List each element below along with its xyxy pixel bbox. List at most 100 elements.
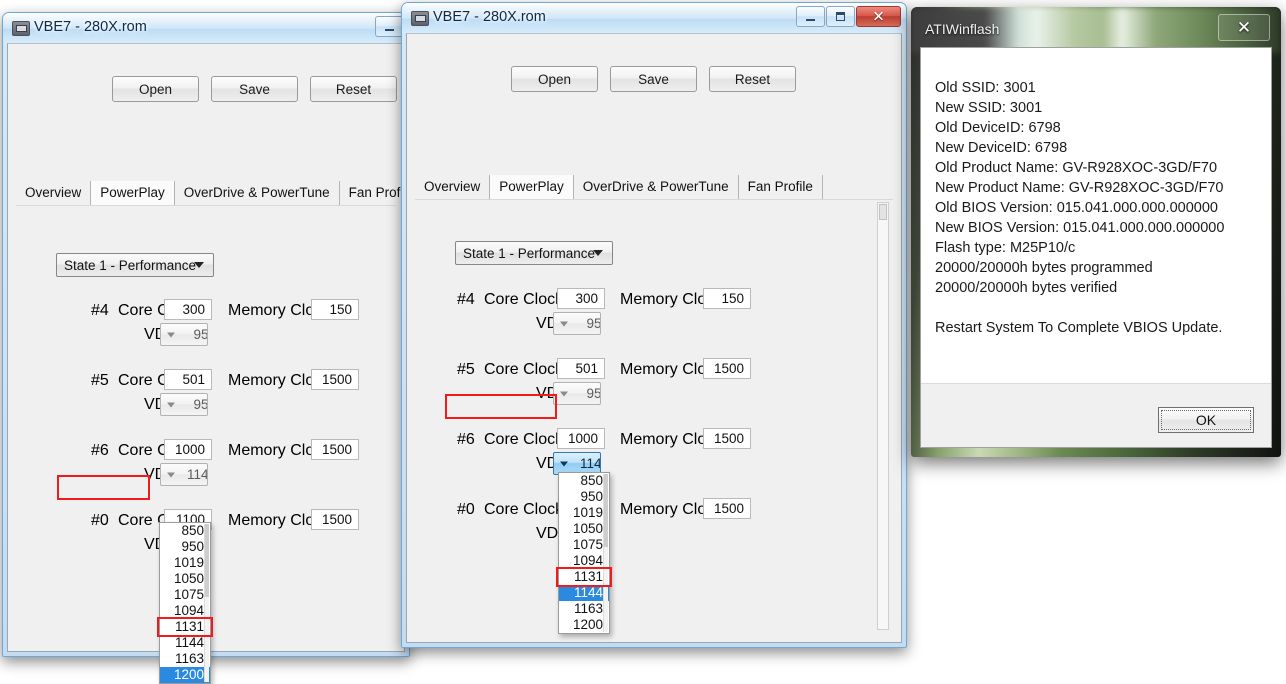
titlebar-background-window[interactable]: VBE7 - 280X.rom — [3, 13, 409, 43]
chevron-down-icon — [194, 262, 204, 268]
report-line: New BIOS Version: 015.041.000.000.000000 — [935, 220, 1225, 236]
dropdown-option[interactable]: 1075 — [559, 537, 609, 553]
vbe7-window-background[interactable]: VBE7 - 280X.rom Open Save Reset Overview… — [2, 12, 424, 684]
core-clock-input-6[interactable]: 1000 — [164, 439, 212, 460]
dropdown-option[interactable]: 1163 — [559, 601, 609, 617]
dropdown-option[interactable]: 1019 — [160, 555, 210, 571]
vddc-value-4: 950 — [193, 327, 208, 342]
state-select[interactable]: State 1 - Performance — [56, 253, 214, 277]
state-select-value: State 1 - Performance — [463, 245, 596, 261]
memory-clock-input-4[interactable]: 150 — [703, 288, 751, 309]
vbe7-window-foreground[interactable]: VBE7 - 280X.rom ✕ Open Save Reset Overvi… — [401, 2, 907, 648]
save-button[interactable]: Save — [610, 66, 697, 92]
save-button[interactable]: Save — [211, 76, 298, 102]
dropdown-option[interactable]: 1050 — [559, 521, 609, 537]
vddc-dropdown-list-background[interactable]: 850 950 1019 1050 1075 1094 1131 1144 1163 1200 — [159, 522, 211, 684]
window-client-area: Open Save Reset Overview PowerPlay OverD… — [406, 33, 902, 643]
dropdown-option[interactable]: 950 — [160, 539, 210, 555]
memory-clock-input-6[interactable]: 1500 — [311, 439, 359, 460]
core-clock-label-0: Core Clock — [484, 501, 564, 518]
minimize-button[interactable] — [375, 16, 404, 37]
vddc-combobox-4[interactable]: 950 — [553, 312, 601, 335]
tab-powerplay[interactable]: PowerPlay — [489, 175, 574, 199]
row-index-4: #4 — [457, 291, 475, 308]
window-controls[interactable]: ✕ — [796, 6, 902, 28]
memory-clock-input-0[interactable]: 1500 — [311, 509, 359, 530]
row-index-6: #6 — [91, 442, 109, 459]
vddc-combobox-5[interactable]: 950 — [160, 393, 208, 416]
core-clock-input-5[interactable]: 501 — [557, 358, 605, 379]
dropdown-option[interactable]: 1144 — [160, 635, 210, 651]
memory-clock-input-5[interactable]: 1500 — [311, 369, 359, 390]
dropdown-scroll-thumb[interactable] — [604, 474, 608, 547]
report-line: Old BIOS Version: 015.041.000.000.000000 — [935, 200, 1218, 216]
report-line-spacer — [935, 298, 1271, 318]
report-line: Flash type: M25P10/c — [935, 240, 1076, 256]
memory-clock-input-4[interactable]: 150 — [311, 299, 359, 320]
maximize-icon — [836, 12, 845, 21]
dropdown-option[interactable]: 1094 — [559, 553, 609, 569]
row-index-5: #5 — [457, 361, 475, 378]
vddc-combobox-4[interactable]: 950 — [160, 323, 208, 346]
chevron-down-icon — [167, 402, 175, 407]
memory-clock-input-0[interactable]: 1500 — [703, 498, 751, 519]
toolbar: Open Save Reset — [112, 76, 397, 102]
core-clock-label-5: Core Clock — [484, 361, 564, 378]
vddc-dropdown-list-foreground[interactable]: 850 950 1019 1050 1075 1094 1131 1144 1163 1200 — [558, 472, 610, 634]
ok-button[interactable]: OK — [1158, 407, 1254, 433]
tab-fan-profile[interactable]: Fan Profile — [739, 175, 823, 199]
core-clock-input-5[interactable]: 501 — [164, 369, 212, 390]
tab-powerplay[interactable]: PowerPlay — [90, 181, 175, 205]
open-button[interactable]: Open — [112, 76, 199, 102]
core-clock-input-4[interactable]: 300 — [164, 299, 212, 320]
tabstrip[interactable]: Overview PowerPlay OverDrive & PowerTune… — [415, 175, 823, 199]
memory-clock-input-6[interactable]: 1500 — [703, 428, 751, 449]
core-clock-input-4[interactable]: 300 — [557, 288, 605, 309]
report-line: Old DeviceID: 6798 — [935, 120, 1061, 136]
tab-overview[interactable]: Overview — [415, 175, 489, 199]
scroll-thumb[interactable] — [879, 204, 887, 220]
core-clock-input-6[interactable]: 1000 — [557, 428, 605, 449]
panel-scrollbar[interactable] — [877, 202, 889, 630]
vddc-value-5: 950 — [586, 386, 601, 401]
dialog-close-button[interactable]: ✕ — [1218, 14, 1270, 41]
dropdown-option[interactable]: 1094 — [160, 603, 210, 619]
dropdown-option[interactable]: 1200 — [559, 617, 609, 633]
reset-button[interactable]: Reset — [310, 76, 397, 102]
tab-overdrive-powertune[interactable]: OverDrive & PowerTune — [574, 175, 739, 199]
report-line: New SSID: 3001 — [935, 100, 1043, 116]
dialog-body: Old SSID: 3001 New SSID: 3001 Old DeviceID… — [920, 47, 1272, 448]
core-clock-label-4: Core Clock — [484, 291, 564, 308]
memory-clock-input-5[interactable]: 1500 — [703, 358, 751, 379]
reset-button[interactable]: Reset — [709, 66, 796, 92]
dropdown-option[interactable]: 1131 — [559, 569, 609, 585]
minimize-button[interactable] — [796, 6, 825, 27]
dropdown-scroll-thumb[interactable] — [205, 524, 209, 597]
maximize-button[interactable] — [826, 6, 855, 27]
dropdown-option[interactable]: 850 — [559, 473, 609, 489]
dropdown-option[interactable]: 1131 — [160, 619, 210, 635]
dropdown-option[interactable]: 1019 — [559, 505, 609, 521]
dropdown-option[interactable]: 1163 — [160, 651, 210, 667]
open-button[interactable]: Open — [511, 66, 598, 92]
titlebar-foreground-window[interactable]: VBE7 - 280X.rom ✕ — [402, 3, 906, 33]
toolbar: Open Save Reset — [511, 66, 796, 92]
dropdown-option[interactable]: 1200 — [160, 667, 210, 683]
ok-button-label: OK — [1195, 412, 1217, 428]
dropdown-scrollbar[interactable] — [204, 524, 209, 682]
dropdown-scrollbar[interactable] — [603, 474, 608, 632]
dropdown-option[interactable]: 1144 — [559, 585, 609, 601]
state-select[interactable]: State 1 - Performance — [455, 241, 613, 265]
row-index-0: #0 — [457, 501, 475, 518]
dropdown-option[interactable]: 1050 — [160, 571, 210, 587]
atiwinflash-dialog[interactable]: ATIWinflash ✕ Old SSID: 3001 New SSID: 30… — [911, 7, 1281, 457]
vddc-combobox-5[interactable]: 950 — [553, 382, 601, 405]
dropdown-option[interactable]: 1075 — [160, 587, 210, 603]
vddc-combobox-6[interactable]: 1144 — [160, 463, 208, 486]
close-button[interactable]: ✕ — [856, 6, 901, 27]
dropdown-option[interactable]: 850 — [160, 523, 210, 539]
dropdown-option[interactable]: 950 — [559, 489, 609, 505]
tab-overdrive-powertune[interactable]: OverDrive & PowerTune — [175, 181, 340, 205]
tabstrip[interactable]: Overview PowerPlay OverDrive & PowerTune… — [16, 181, 424, 205]
tab-overview[interactable]: Overview — [16, 181, 90, 205]
